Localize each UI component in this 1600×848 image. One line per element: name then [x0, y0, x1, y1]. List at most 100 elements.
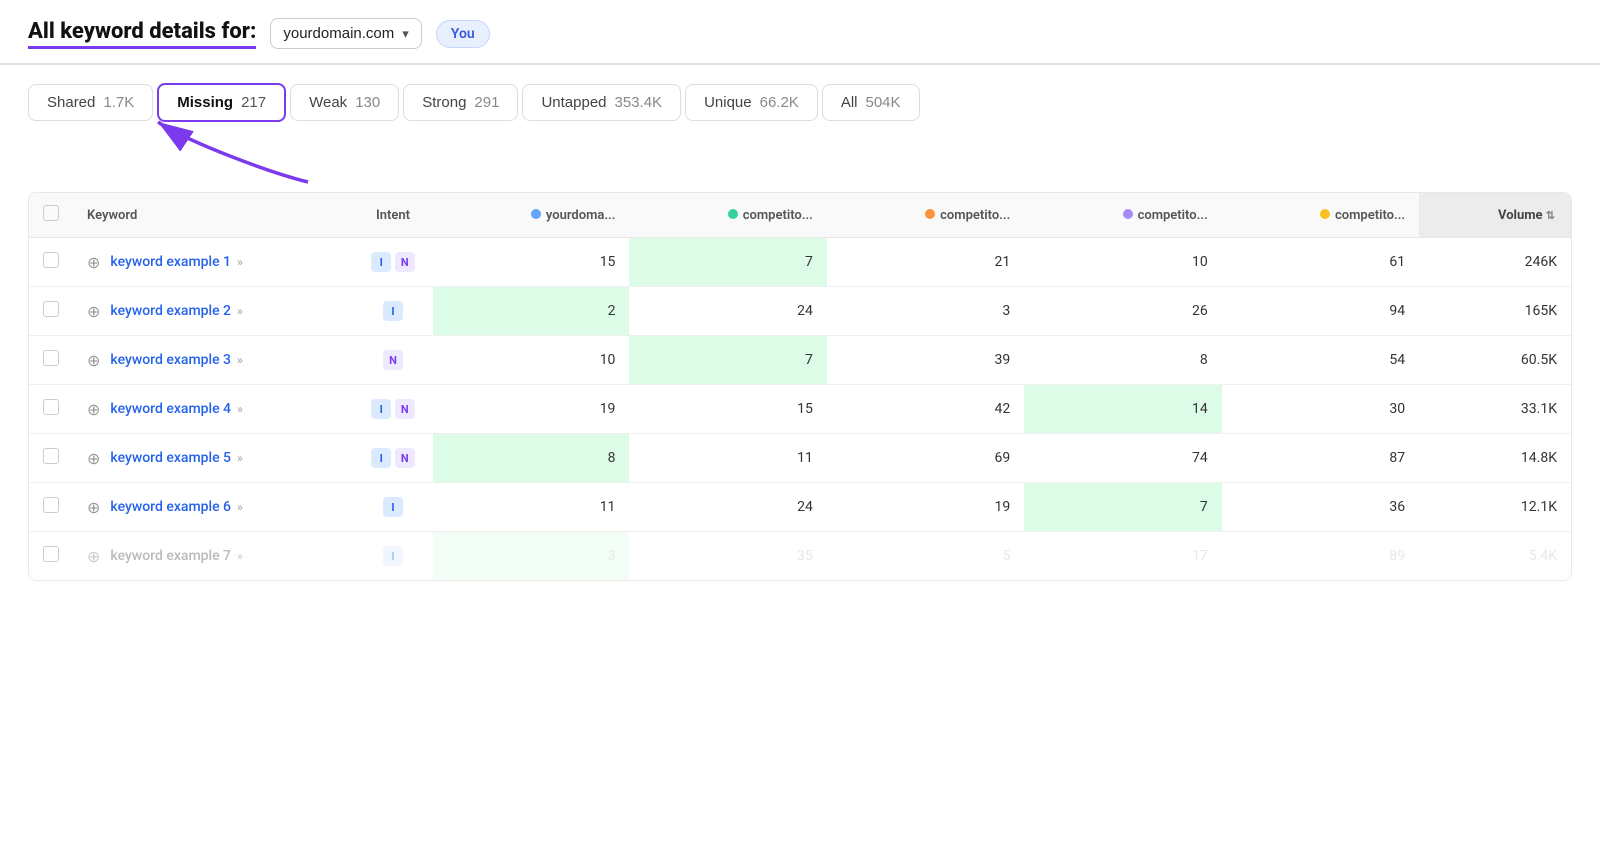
data-cell-c4: 54: [1222, 336, 1419, 385]
comp4-dot: [1320, 209, 1330, 219]
intent-cell: I: [353, 532, 433, 581]
intent-cell: I N: [353, 238, 433, 287]
data-cell-c2: 69: [827, 434, 1024, 483]
data-cell-c3: 17: [1024, 532, 1221, 581]
tab-unique[interactable]: Unique 66.2K: [685, 84, 818, 121]
domain-name: yourdomain.com: [283, 25, 394, 42]
chevron-down-icon: ▾: [402, 26, 409, 42]
intent-badge-i: I: [371, 252, 391, 272]
data-cell-c4: 36: [1222, 483, 1419, 532]
intent-badge-i: I: [383, 497, 403, 517]
row-checkbox[interactable]: [43, 497, 59, 513]
intent-col-header: Intent: [353, 193, 433, 238]
tab-label: Shared: [47, 94, 95, 111]
keyword-link[interactable]: ⊕ keyword example 6 »: [87, 498, 339, 517]
data-cell-yourdomain: 15: [433, 238, 629, 287]
intent-badge-i: I: [371, 399, 391, 419]
data-cell-c1: 24: [629, 287, 826, 336]
data-cell-yourdomain: 11: [433, 483, 629, 532]
tab-count: 353.4K: [615, 94, 663, 111]
tab-label: All: [841, 94, 858, 111]
tab-count: 291: [474, 94, 499, 111]
data-cell-c4: 30: [1222, 385, 1419, 434]
row-checkbox[interactable]: [43, 546, 59, 562]
data-cell-yourdomain: 8: [433, 434, 629, 483]
tab-count: 1.7K: [103, 94, 134, 111]
data-cell-c1: 11: [629, 434, 826, 483]
row-checkbox-cell[interactable]: [29, 434, 73, 483]
keyword-link[interactable]: ⊕ keyword example 3 »: [87, 351, 339, 370]
competitor2-col-header: competito...: [827, 193, 1024, 238]
tab-label: Untapped: [541, 94, 606, 111]
expand-icon: »: [237, 549, 243, 563]
comp3-dot: [1123, 209, 1133, 219]
data-cell-c2: 39: [827, 336, 1024, 385]
row-checkbox-cell[interactable]: [29, 385, 73, 434]
select-all-header[interactable]: [29, 193, 73, 238]
data-cell-c3: 74: [1024, 434, 1221, 483]
intent-badge-n: N: [395, 448, 415, 468]
keyword-cell: ⊕ keyword example 2 »: [73, 287, 353, 336]
tab-strong[interactable]: Strong 291: [403, 84, 518, 121]
domain-selector[interactable]: yourdomain.com ▾: [270, 18, 421, 49]
comp1-dot: [728, 209, 738, 219]
row-checkbox[interactable]: [43, 448, 59, 464]
tab-count: 217: [241, 94, 266, 111]
expand-icon: »: [237, 304, 243, 318]
tab-label: Strong: [422, 94, 466, 111]
intent-cell: I: [353, 483, 433, 532]
keyword-link[interactable]: ⊕ keyword example 1 »: [87, 253, 339, 272]
row-checkbox-cell[interactable]: [29, 336, 73, 385]
tab-count: 504K: [865, 94, 900, 111]
select-all-checkbox[interactable]: [43, 205, 59, 221]
keyword-link[interactable]: ⊕ keyword example 7 »: [87, 547, 339, 566]
tab-count: 66.2K: [760, 94, 799, 111]
comp2-dot: [925, 209, 935, 219]
data-cell-c4: 87: [1222, 434, 1419, 483]
row-checkbox-cell[interactable]: [29, 238, 73, 287]
page-title: All keyword details for:: [28, 19, 256, 49]
expand-icon: »: [237, 353, 243, 367]
data-cell-c2: 5: [827, 532, 1024, 581]
row-checkbox-cell[interactable]: [29, 287, 73, 336]
volume-cell: 12.1K: [1419, 483, 1571, 532]
intent-badge-n: N: [395, 399, 415, 419]
keyword-link[interactable]: ⊕ keyword example 2 »: [87, 302, 339, 321]
plus-icon: ⊕: [87, 351, 100, 370]
keyword-cell: ⊕ keyword example 6 »: [73, 483, 353, 532]
intent-badge-i: I: [383, 546, 403, 566]
data-cell-c2: 42: [827, 385, 1024, 434]
intent-cell: I: [353, 287, 433, 336]
row-checkbox[interactable]: [43, 252, 59, 268]
tab-label: Missing: [177, 94, 233, 111]
plus-icon: ⊕: [87, 400, 100, 419]
keyword-col-header: Keyword: [73, 193, 353, 238]
table-row: ⊕ keyword example 2 » I22432694165K: [29, 287, 1571, 336]
tab-count: 130: [355, 94, 380, 111]
competitor1-col-header: competito...: [629, 193, 826, 238]
row-checkbox[interactable]: [43, 301, 59, 317]
keyword-link[interactable]: ⊕ keyword example 4 »: [87, 400, 339, 419]
keyword-link[interactable]: ⊕ keyword example 5 »: [87, 449, 339, 468]
table-row: ⊕ keyword example 1 » I N157211061246K: [29, 238, 1571, 287]
row-checkbox-cell[interactable]: [29, 483, 73, 532]
table-row: ⊕ keyword example 3 » N1073985460.5K: [29, 336, 1571, 385]
data-cell-yourdomain: 2: [433, 287, 629, 336]
tab-all[interactable]: All 504K: [822, 84, 920, 121]
data-cell-yourdomain: 10: [433, 336, 629, 385]
row-checkbox[interactable]: [43, 399, 59, 415]
volume-cell: 33.1K: [1419, 385, 1571, 434]
intent-badge-n: N: [383, 350, 403, 370]
data-cell-c3: 8: [1024, 336, 1221, 385]
keyword-table: Keyword Intent yourdoma... competito... …: [29, 193, 1571, 580]
data-cell-c3: 7: [1024, 483, 1221, 532]
data-cell-c4: 94: [1222, 287, 1419, 336]
row-checkbox[interactable]: [43, 350, 59, 366]
tab-untapped[interactable]: Untapped 353.4K: [522, 84, 681, 121]
volume-col-header[interactable]: Volume ⇅: [1419, 193, 1571, 238]
tab-label: Weak: [309, 94, 347, 111]
row-checkbox-cell[interactable]: [29, 532, 73, 581]
expand-icon: »: [237, 255, 243, 269]
volume-cell: 14.8K: [1419, 434, 1571, 483]
intent-badge-i: I: [371, 448, 391, 468]
